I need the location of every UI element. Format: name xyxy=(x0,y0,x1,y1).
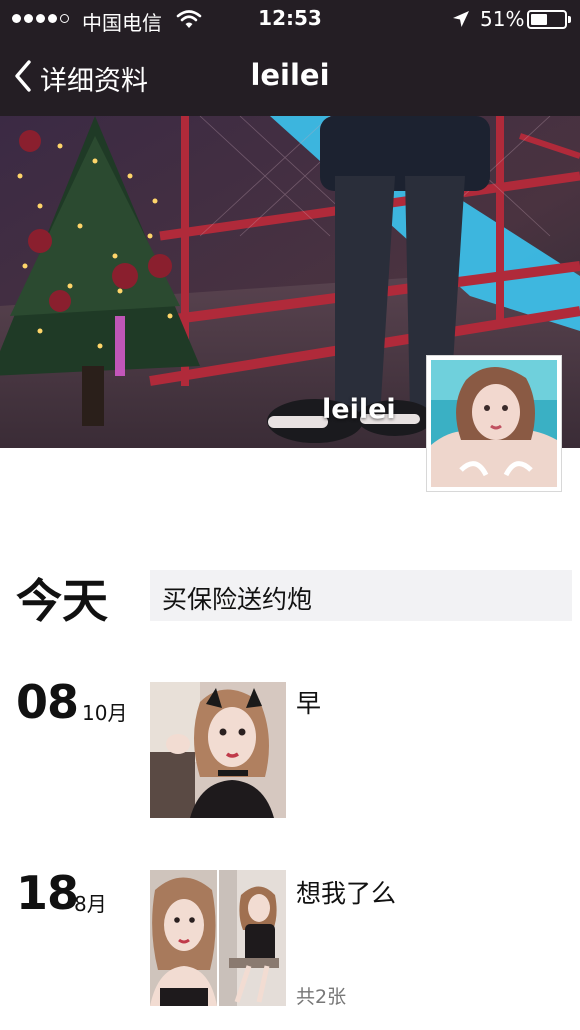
post-text[interactable]: 早 xyxy=(296,684,321,720)
post-date-month: 10月 xyxy=(82,701,128,725)
location-arrow-icon xyxy=(452,10,470,32)
post-date-today: 今天 xyxy=(16,574,108,628)
post-text[interactable]: 想我了么 xyxy=(296,874,396,910)
post-photo-thumbnail[interactable] xyxy=(150,682,286,818)
battery-percentage: 51% xyxy=(480,7,525,31)
post-date-day: 08 xyxy=(16,675,79,729)
photo-count-label: 共2张 xyxy=(296,986,347,1008)
battery-icon xyxy=(527,10,567,29)
profile-avatar[interactable] xyxy=(426,355,562,492)
post-photo-thumbnail[interactable] xyxy=(150,870,217,1006)
navigation-bar: 详细资料 leilei xyxy=(0,38,580,116)
post-photo-thumbnail[interactable] xyxy=(219,870,286,1006)
post-date-month: 8月 xyxy=(74,892,107,916)
status-bar: 中国电信 12:53 51% xyxy=(0,0,580,38)
battery-nub xyxy=(568,16,571,23)
today-post-text[interactable]: 买保险送约炮 xyxy=(150,570,572,621)
page-title: leilei xyxy=(250,58,330,92)
cover-display-name: leilei xyxy=(322,394,396,425)
post-date-day: 18 xyxy=(16,866,79,920)
